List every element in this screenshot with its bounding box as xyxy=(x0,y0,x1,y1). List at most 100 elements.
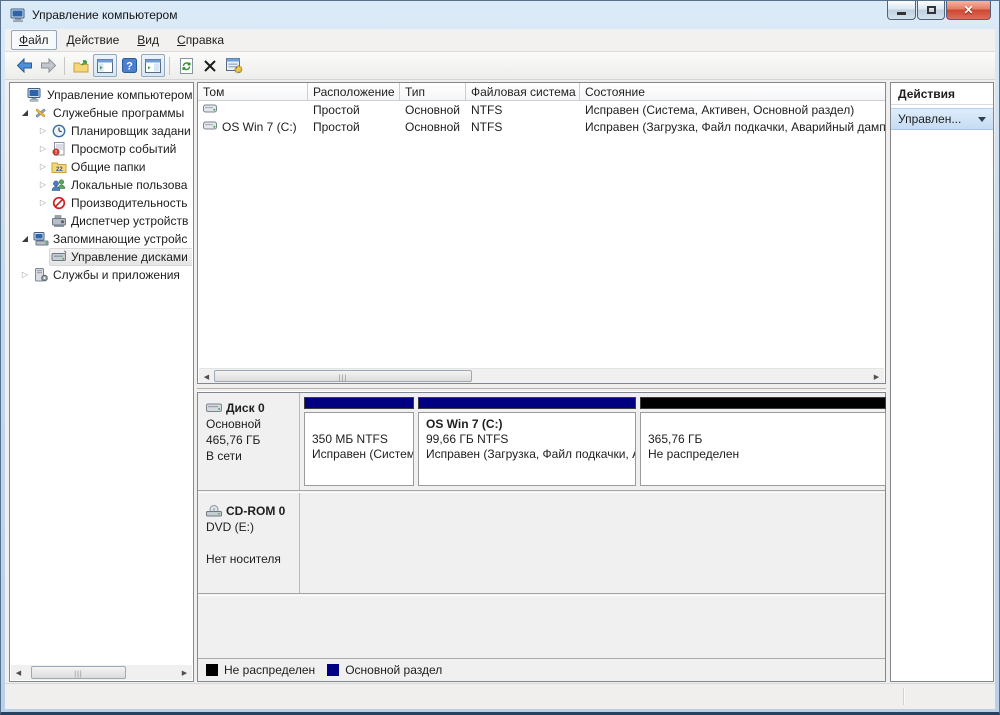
menu-view[interactable]: Вид xyxy=(129,30,167,50)
minimize-button[interactable] xyxy=(887,1,916,20)
cdrom-status: Нет носителя xyxy=(206,551,295,567)
partition-title xyxy=(312,417,406,432)
scroll-left-icon[interactable]: ◀ xyxy=(11,665,26,680)
partition-status: Не распределен xyxy=(648,447,878,462)
refresh-icon xyxy=(179,58,194,74)
disk-icon xyxy=(206,403,223,413)
legend-label: Не распределен xyxy=(224,663,315,677)
expander-icon[interactable] xyxy=(19,230,31,248)
scrollbar-thumb[interactable]: ||| xyxy=(214,370,472,382)
scroll-right-icon[interactable]: ▶ xyxy=(869,369,884,384)
minimize-icon xyxy=(897,12,906,15)
partition-size: 365,76 ГБ xyxy=(648,432,878,447)
tree-item-performance[interactable]: Производительность xyxy=(11,194,192,212)
tree-horizontal-scrollbar[interactable]: ◀ ||| ▶ xyxy=(11,665,192,680)
show-action-pane-button[interactable] xyxy=(141,54,165,77)
scrollbar-track[interactable]: ||| xyxy=(214,369,869,383)
column-header-volume[interactable]: Том xyxy=(198,83,308,100)
menu-file[interactable]: Файл xyxy=(11,30,57,50)
tree-item-computer-management[interactable]: Управление компьютером ( xyxy=(11,86,192,104)
tools-icon xyxy=(33,106,49,120)
tree-item-device-manager[interactable]: Диспетчер устройств xyxy=(11,212,192,230)
disk-status: В сети xyxy=(206,448,295,464)
column-header-filesystem[interactable]: Файловая система xyxy=(466,83,580,100)
partition-title xyxy=(648,417,878,432)
scroll-right-icon[interactable]: ▶ xyxy=(177,665,192,680)
partition-system-reserved[interactable]: 350 МБ NTFS Исправен (Систем xyxy=(304,397,414,486)
title-bar[interactable]: Управление компьютером ✕ xyxy=(1,1,999,29)
storage-icon xyxy=(33,232,49,246)
forward-icon xyxy=(40,58,57,73)
expander-icon[interactable] xyxy=(37,122,49,140)
expander-icon[interactable] xyxy=(37,194,49,212)
primary-partition-swatch xyxy=(327,664,339,676)
menu-action[interactable]: Действие xyxy=(59,30,128,50)
tree-item-local-users-groups[interactable]: Локальные пользова xyxy=(11,176,192,194)
expander-icon[interactable] xyxy=(37,140,49,158)
menu-help[interactable]: Справка xyxy=(169,30,232,50)
tree-item-system-tools[interactable]: Служебные программы xyxy=(11,104,192,122)
disk-management-view: Том Расположение Тип Файловая система Со… xyxy=(197,82,887,682)
delete-icon xyxy=(203,59,217,73)
volume-location: Простой xyxy=(308,120,400,134)
volume-status: Исправен (Загрузка, Файл подкачки, Авари… xyxy=(580,120,885,134)
cdrom-label[interactable]: CD-ROM 0 DVD (E:) Нет носителя xyxy=(198,493,300,593)
partition-os-win7[interactable]: OS Win 7 (C:) 99,66 ГБ NTFS Исправен (За… xyxy=(418,397,636,486)
partition-color-bar xyxy=(418,397,636,409)
volume-list-header: Том Расположение Тип Файловая система Со… xyxy=(198,83,885,101)
scrollbar-track[interactable]: ||| xyxy=(26,665,177,680)
tree-item-label: Диспетчер устройств xyxy=(71,214,190,228)
volume-list-horizontal-scrollbar[interactable]: ◀ ||| ▶ xyxy=(199,368,884,383)
show-console-tree-button[interactable] xyxy=(93,54,117,77)
up-one-level-button[interactable] xyxy=(69,54,93,77)
expander-icon[interactable] xyxy=(19,104,31,122)
column-header-type[interactable]: Тип xyxy=(400,83,466,100)
graphical-view-empty xyxy=(198,596,885,658)
partition-status: Исправен (Загрузка, Файл подкачки, А xyxy=(426,447,628,462)
tree-item-event-viewer[interactable]: ! Просмотр событий xyxy=(11,140,192,158)
svg-text:22: 22 xyxy=(56,167,63,173)
tree-item-label: Управление дисками xyxy=(71,250,190,264)
scroll-left-icon[interactable]: ◀ xyxy=(199,369,214,384)
tree-item-services-applications[interactable]: Службы и приложения xyxy=(11,266,192,284)
actions-disk-management-group[interactable]: Управлен... xyxy=(891,108,993,130)
maximize-button[interactable] xyxy=(917,1,945,20)
help-button[interactable]: ? xyxy=(117,54,141,77)
disk-name: Диск 0 xyxy=(226,400,265,416)
svg-text:!: ! xyxy=(55,150,57,156)
tree-item-disk-management[interactable]: Управление дисками xyxy=(11,248,192,266)
expander-icon[interactable] xyxy=(19,266,31,284)
volume-list: Том Расположение Тип Файловая система Со… xyxy=(197,82,886,384)
volume-row[interactable]: OS Win 7 (C:) Простой Основной NTFS Испр… xyxy=(198,118,885,135)
properties-button[interactable] xyxy=(222,54,246,77)
partition-size: 99,66 ГБ NTFS xyxy=(426,432,628,447)
partition-unallocated[interactable]: 365,76 ГБ Не распределен xyxy=(640,397,886,486)
delete-button[interactable] xyxy=(198,54,222,77)
expander-icon[interactable] xyxy=(37,158,49,176)
tree-item-label: Общие папки xyxy=(71,160,147,174)
back-button[interactable] xyxy=(12,54,36,77)
panel-splitter[interactable] xyxy=(197,384,886,392)
tree-item-shared-folders[interactable]: 22 Общие папки xyxy=(11,158,192,176)
column-header-location[interactable]: Расположение xyxy=(308,83,400,100)
local-users-icon xyxy=(51,178,67,192)
legend-item-primary-partition: Основной раздел xyxy=(327,663,442,677)
refresh-button[interactable] xyxy=(174,54,198,77)
action-pane-icon xyxy=(145,59,161,73)
scrollbar-thumb[interactable]: ||| xyxy=(31,666,126,679)
actions-panel: Действия Управлен... xyxy=(890,82,994,682)
tree-item-storage[interactable]: Запоминающие устройс xyxy=(11,230,192,248)
disk0-label[interactable]: Диск 0 Основной 465,76 ГБ В сети xyxy=(198,393,300,490)
tree-item-task-scheduler[interactable]: Планировщик задани xyxy=(11,122,192,140)
grip-icon: ||| xyxy=(339,375,347,382)
forward-button[interactable] xyxy=(36,54,60,77)
volume-name: OS Win 7 (C:) xyxy=(222,120,297,134)
volume-row[interactable]: Простой Основной NTFS Исправен (Система,… xyxy=(198,101,885,118)
tree-item-label: Служебные программы xyxy=(53,106,186,120)
close-button[interactable]: ✕ xyxy=(946,1,991,20)
column-header-status[interactable]: Состояние xyxy=(580,83,885,100)
volume-status: Исправен (Система, Активен, Основной раз… xyxy=(580,103,885,117)
tree-item-label: Локальные пользова xyxy=(71,178,189,192)
menu-bar: Файл Действие Вид Справка xyxy=(5,29,995,52)
expander-icon[interactable] xyxy=(37,176,49,194)
